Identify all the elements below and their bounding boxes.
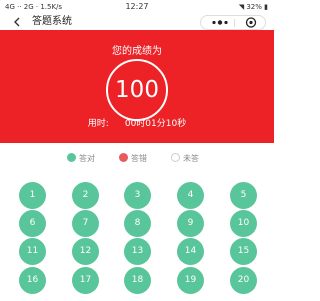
question-number-button[interactable]: 19: [177, 267, 204, 294]
question-number-button[interactable]: 16: [19, 267, 46, 294]
question-number-button[interactable]: 12: [72, 238, 99, 265]
question-number-button[interactable]: 13: [124, 238, 151, 265]
time-label: 用时:: [87, 119, 109, 129]
status-bar: 4G ·· 2G · 1.5K/s 12:27 ◥ 32% ▮: [0, 0, 274, 14]
battery-status: ◥ 32% ▮: [239, 0, 268, 14]
elapsed-time: 用时: 00时01分10秒: [0, 118, 274, 130]
mini-program-capsule: [200, 15, 266, 30]
answer-legend: 答对 答错 未答: [0, 153, 274, 165]
capsule-divider: [234, 19, 235, 27]
question-grid: 1 2 3 4 5 6 7 8 9 10 11 12 13 14 15 16 17 18 19 20: [0, 182, 274, 301]
page-title: 答题系统: [32, 16, 72, 27]
more-icon[interactable]: [209, 16, 231, 29]
question-number-button[interactable]: 6: [19, 210, 46, 237]
clock: 12:27: [125, 2, 149, 11]
nav-bar: 答题系统: [0, 14, 274, 30]
question-number-button[interactable]: 7: [72, 210, 99, 237]
score-circle: 100: [106, 59, 168, 121]
question-number-button[interactable]: 4: [177, 182, 204, 209]
question-number-button[interactable]: 10: [230, 210, 257, 237]
question-number-button[interactable]: 11: [19, 238, 46, 265]
question-number-button[interactable]: 1: [19, 182, 46, 209]
wrong-dot-icon: [119, 153, 128, 162]
correct-dot-icon: [67, 153, 76, 162]
question-number-button[interactable]: 8: [124, 210, 151, 237]
legend-wrong: 答错: [119, 153, 147, 165]
question-number-button[interactable]: 14: [177, 238, 204, 265]
question-number-button[interactable]: 17: [72, 267, 99, 294]
legend-unanswered-label: 未答: [183, 154, 199, 163]
question-number-button[interactable]: 15: [230, 238, 257, 265]
question-number-button[interactable]: 18: [124, 267, 151, 294]
back-arrow-icon[interactable]: [12, 17, 22, 27]
score-label: 您的成绩为: [112, 46, 162, 57]
time-value: 00时01分10秒: [124, 119, 187, 129]
legend-correct: 答对: [67, 153, 95, 165]
legend-wrong-label: 答错: [131, 154, 147, 163]
question-number-button[interactable]: 5: [230, 182, 257, 209]
question-number-button[interactable]: 2: [72, 182, 99, 209]
battery-percent: 32%: [246, 3, 262, 11]
question-number-button[interactable]: 20: [230, 267, 257, 294]
battery-icon: ▮: [264, 3, 268, 11]
question-number-button[interactable]: 3: [124, 182, 151, 209]
question-number-button[interactable]: 9: [177, 210, 204, 237]
wifi-icon: ◥: [238, 3, 245, 11]
unanswered-dot-icon: [171, 153, 180, 162]
legend-unanswered: 未答: [171, 153, 199, 165]
close-icon[interactable]: [244, 16, 258, 29]
legend-correct-label: 答对: [79, 154, 95, 163]
result-panel: 您的成绩为 100 用时: 00时01分10秒: [0, 30, 274, 143]
